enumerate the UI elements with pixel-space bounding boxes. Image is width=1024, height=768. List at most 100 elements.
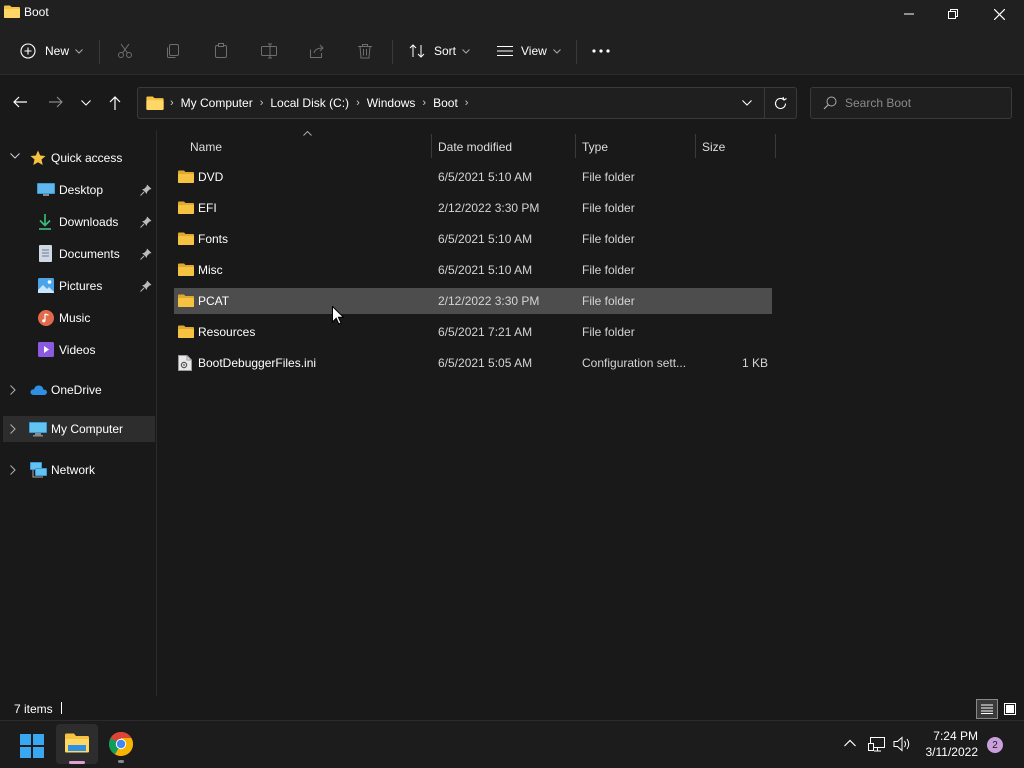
address-bar[interactable]: › My Computer › Local Disk (C:) › Window… bbox=[137, 87, 797, 119]
search-input[interactable] bbox=[845, 96, 995, 110]
start-button[interactable] bbox=[20, 734, 44, 761]
close-button[interactable] bbox=[976, 0, 1022, 28]
sidebar-item-label: OneDrive bbox=[51, 383, 102, 397]
sidebar-item-downloads[interactable]: Downloads bbox=[0, 209, 156, 235]
file-row[interactable]: EFI 2/12/2022 3:30 PM File folder bbox=[174, 195, 772, 221]
restore-icon bbox=[948, 9, 958, 19]
sidebar-item-label: Desktop bbox=[59, 183, 104, 197]
sidebar-item-music[interactable]: Music bbox=[0, 305, 156, 331]
file-row[interactable]: DVD 6/5/2021 5:10 AM File folder bbox=[174, 164, 772, 190]
pictures-icon bbox=[38, 278, 54, 293]
view-button[interactable]: View bbox=[497, 38, 561, 64]
sort-button[interactable]: Sort bbox=[409, 38, 470, 64]
rename-button[interactable] bbox=[261, 38, 277, 64]
details-view-button[interactable] bbox=[976, 699, 998, 719]
search-box[interactable] bbox=[810, 87, 1012, 119]
taskbar-chrome[interactable] bbox=[108, 731, 134, 763]
refresh-icon[interactable] bbox=[774, 97, 787, 110]
breadcrumb-chevron: › bbox=[422, 97, 427, 109]
folder-icon bbox=[146, 96, 164, 110]
file-date: 6/5/2021 5:05 AM bbox=[438, 356, 533, 370]
breadcrumb-my-computer[interactable]: My Computer bbox=[181, 96, 253, 110]
sidebar-item-network[interactable]: Network bbox=[0, 457, 156, 483]
star-icon bbox=[30, 150, 46, 165]
pin-icon[interactable] bbox=[140, 184, 152, 196]
tiles-view-button[interactable] bbox=[1000, 699, 1020, 719]
share-button[interactable] bbox=[309, 38, 325, 64]
restore-button[interactable] bbox=[930, 0, 976, 28]
address-history-chevron-icon[interactable] bbox=[742, 100, 752, 106]
breadcrumb-local-disk[interactable]: Local Disk (C:) bbox=[270, 96, 349, 110]
more-icon bbox=[592, 49, 610, 53]
breadcrumb-chevron: › bbox=[259, 97, 264, 109]
network-status-icon[interactable] bbox=[868, 736, 886, 752]
paste-button[interactable] bbox=[213, 38, 229, 64]
clock[interactable]: 7:24 PM 3/11/2022 bbox=[918, 729, 979, 759]
forward-arrow-icon[interactable] bbox=[49, 96, 63, 108]
pin-icon[interactable] bbox=[140, 248, 152, 260]
minimize-icon bbox=[904, 13, 914, 15]
pin-icon[interactable] bbox=[140, 216, 152, 228]
address-divider bbox=[764, 88, 765, 118]
breadcrumb-boot[interactable]: Boot bbox=[433, 96, 458, 110]
file-date: 6/5/2021 5:10 AM bbox=[438, 232, 533, 246]
chevron-up-icon[interactable] bbox=[844, 739, 856, 747]
sidebar-item-videos[interactable]: Videos bbox=[0, 337, 156, 363]
copy-button[interactable] bbox=[165, 38, 181, 64]
sidebar-item-my-computer[interactable]: My Computer bbox=[3, 416, 155, 442]
file-name: BootDebuggerFiles.ini bbox=[198, 356, 317, 370]
file-row[interactable]: Resources 6/5/2021 7:21 AM File folder bbox=[174, 319, 772, 345]
chevron-right-icon[interactable] bbox=[10, 424, 16, 434]
file-type: File folder bbox=[582, 201, 635, 215]
breadcrumb-chevron: › bbox=[170, 97, 174, 109]
pin-icon[interactable] bbox=[140, 280, 152, 292]
new-button[interactable]: New bbox=[20, 38, 83, 64]
file-row[interactable]: PCAT 2/12/2022 3:30 PM File folder bbox=[174, 288, 772, 314]
more-options-button[interactable] bbox=[592, 38, 610, 64]
sidebar-item-pictures[interactable]: Pictures bbox=[0, 273, 156, 299]
mouse-cursor bbox=[332, 306, 344, 325]
file-name: Fonts bbox=[198, 232, 229, 246]
taskbar-file-explorer[interactable] bbox=[56, 724, 98, 764]
minimize-button[interactable] bbox=[886, 0, 932, 28]
file-date: 2/12/2022 3:30 PM bbox=[438, 201, 540, 215]
column-divider[interactable] bbox=[695, 134, 696, 158]
config-file-icon bbox=[178, 355, 192, 371]
volume-icon[interactable] bbox=[893, 736, 911, 752]
column-header-name[interactable]: Name bbox=[190, 134, 222, 160]
column-divider[interactable] bbox=[775, 134, 776, 158]
column-header-size[interactable]: Size bbox=[702, 134, 725, 160]
file-type: File folder bbox=[582, 170, 635, 184]
file-date: 6/5/2021 5:10 AM bbox=[438, 170, 533, 184]
column-divider[interactable] bbox=[575, 134, 576, 158]
sidebar-item-onedrive[interactable]: OneDrive bbox=[0, 377, 156, 403]
file-row[interactable]: Misc 6/5/2021 5:10 AM File folder bbox=[174, 257, 772, 283]
navigation-bar: › My Computer › Local Disk (C:) › Window… bbox=[0, 76, 1024, 128]
folder-icon bbox=[178, 263, 194, 276]
desktop-icon bbox=[37, 183, 55, 196]
notification-badge[interactable]: 2 bbox=[987, 737, 1003, 753]
breadcrumb-windows[interactable]: Windows bbox=[367, 96, 416, 110]
recent-locations-chevron-icon[interactable] bbox=[81, 100, 91, 106]
file-row[interactable]: Fonts 6/5/2021 5:10 AM File folder bbox=[174, 226, 772, 252]
column-header-type[interactable]: Type bbox=[582, 134, 608, 160]
sidebar-item-documents[interactable]: Documents bbox=[0, 241, 156, 267]
file-type: File folder bbox=[582, 232, 635, 246]
file-row[interactable]: BootDebuggerFiles.ini 6/5/2021 5:05 AM Con… bbox=[174, 350, 772, 376]
column-header-date[interactable]: Date modified bbox=[438, 134, 512, 160]
share-icon bbox=[310, 44, 324, 58]
command-bar: New Sort View bbox=[0, 28, 1024, 75]
back-arrow-icon[interactable] bbox=[13, 96, 27, 108]
up-arrow-icon[interactable] bbox=[109, 96, 121, 110]
column-divider[interactable] bbox=[431, 134, 432, 158]
cut-button[interactable] bbox=[117, 38, 133, 64]
sidebar-item-desktop[interactable]: Desktop bbox=[0, 177, 156, 203]
chevron-down-icon[interactable] bbox=[10, 153, 20, 159]
file-name: EFI bbox=[198, 201, 217, 215]
chevron-right-icon[interactable] bbox=[10, 385, 16, 395]
view-label: View bbox=[521, 44, 547, 58]
chevron-down-icon bbox=[552, 48, 561, 54]
delete-button[interactable] bbox=[357, 38, 373, 64]
chevron-right-icon[interactable] bbox=[10, 465, 16, 475]
sidebar-item-quick-access[interactable]: Quick access bbox=[0, 145, 156, 171]
